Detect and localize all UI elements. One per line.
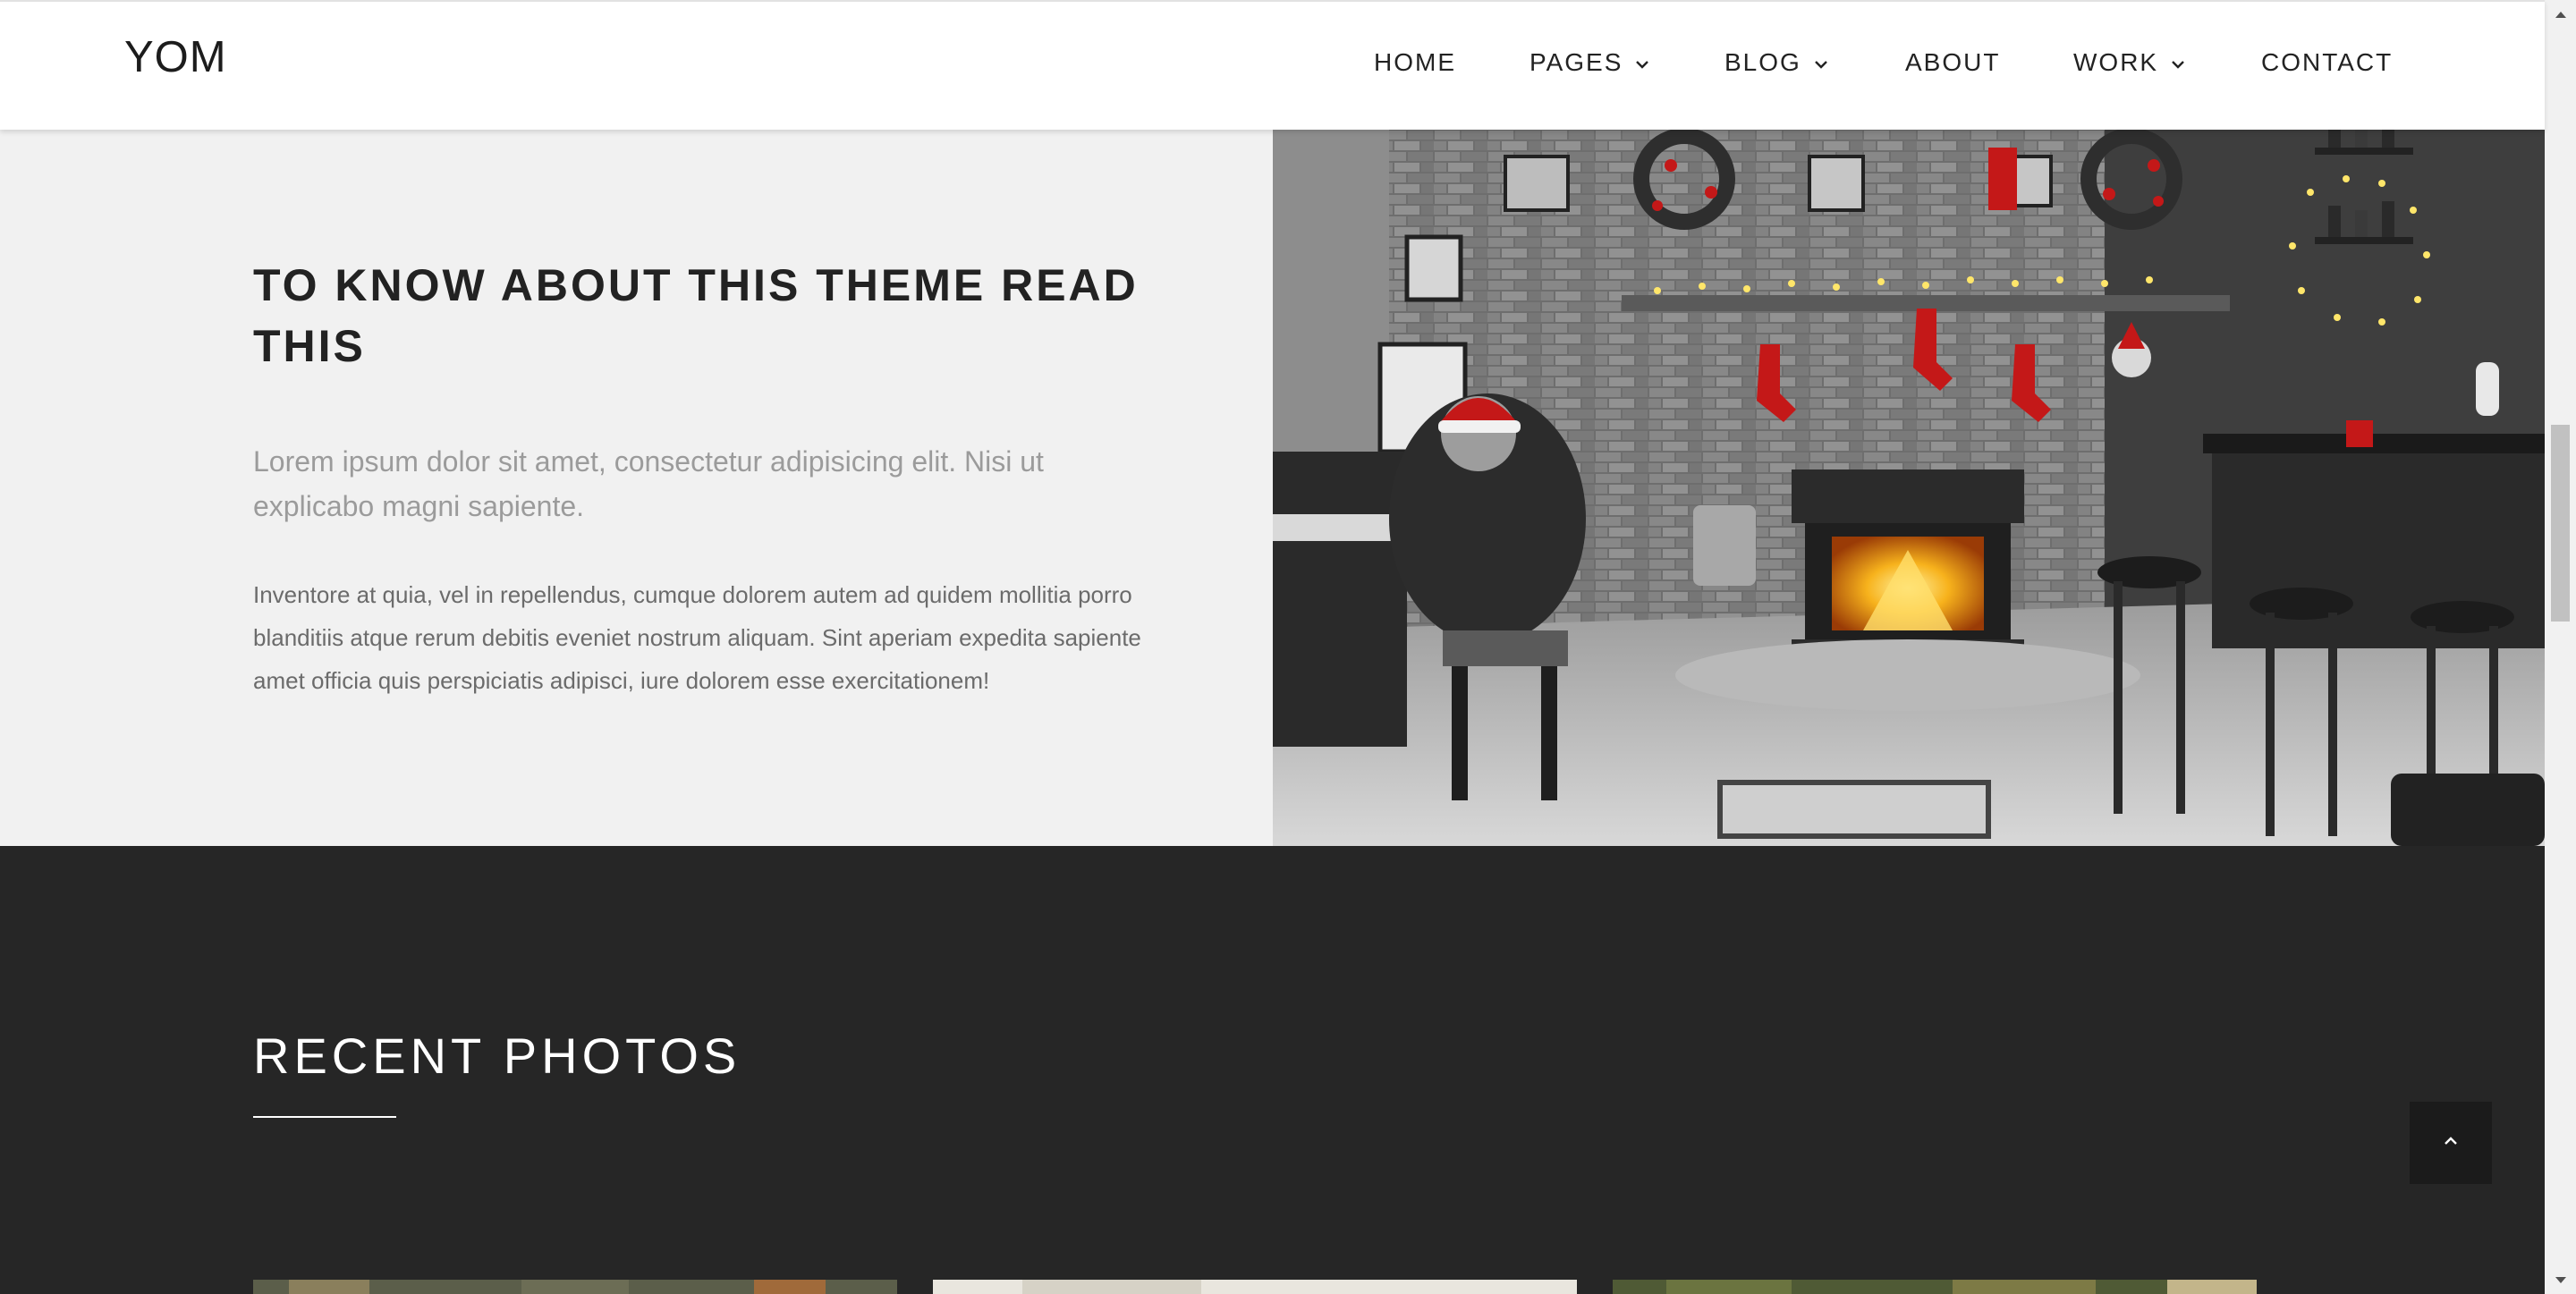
- title-divider: [253, 1116, 396, 1118]
- recent-photos-title: RECENT PHOTOS: [253, 1028, 741, 1084]
- nav-about[interactable]: ABOUT: [1905, 48, 2000, 77]
- intro-section: TO KNOW ABOUT THIS THEME READ THIS Lorem…: [0, 130, 1273, 846]
- photo-thumbnail[interactable]: [1613, 1280, 2257, 1294]
- christmas-room-photo: [1273, 130, 2545, 846]
- nav-work[interactable]: WORK: [2073, 48, 2185, 77]
- nav-blog[interactable]: BLOG: [1724, 48, 1828, 77]
- scrollbar-thumb[interactable]: [2551, 425, 2570, 622]
- photo-thumbnail[interactable]: [933, 1280, 1577, 1294]
- nav-contact-label: CONTACT: [2261, 48, 2394, 76]
- photo-thumbnail-image: [933, 1280, 1577, 1294]
- site-header: YOM HOME PAGES BLOG ABOUT WORK CONTACT: [0, 0, 2545, 130]
- nav-work-label: WORK: [2073, 48, 2159, 76]
- nav-about-label: ABOUT: [1905, 48, 2001, 76]
- chevron-down-icon: [1814, 47, 1828, 75]
- nav-pages-label: PAGES: [1530, 48, 1623, 76]
- nav-home[interactable]: HOME: [1374, 48, 1456, 77]
- nav-contact[interactable]: CONTACT: [2261, 48, 2393, 77]
- intro-photo: [1273, 130, 2545, 846]
- photo-thumbnail[interactable]: [253, 1280, 897, 1294]
- photo-thumbnail-image: [253, 1280, 897, 1294]
- photo-thumbnail-image: [1613, 1280, 2257, 1294]
- nav-home-label: HOME: [1374, 48, 1456, 76]
- nav-blog-label: BLOG: [1724, 48, 1801, 76]
- chevron-down-icon: [2171, 47, 2185, 75]
- back-to-top-button[interactable]: [2410, 1102, 2492, 1184]
- intro-lead: Lorem ipsum dolor sit amet, consectetur …: [253, 445, 1044, 522]
- intro-title: TO KNOW ABOUT THIS THEME READ THIS: [253, 260, 1139, 371]
- page-scrollbar[interactable]: [2545, 0, 2576, 1294]
- scroll-down-arrow-icon[interactable]: [2545, 1267, 2576, 1292]
- chevron-up-icon: [2443, 1135, 2459, 1151]
- nav-pages[interactable]: PAGES: [1530, 48, 1649, 77]
- site-logo[interactable]: YOM: [124, 32, 227, 82]
- chevron-down-icon: [1635, 47, 1649, 75]
- intro-body: Inventore at quia, vel in repellendus, c…: [253, 581, 1141, 694]
- recent-photos-section: RECENT PHOTOS: [0, 846, 2545, 1294]
- scroll-up-arrow-icon[interactable]: [2545, 2, 2576, 27]
